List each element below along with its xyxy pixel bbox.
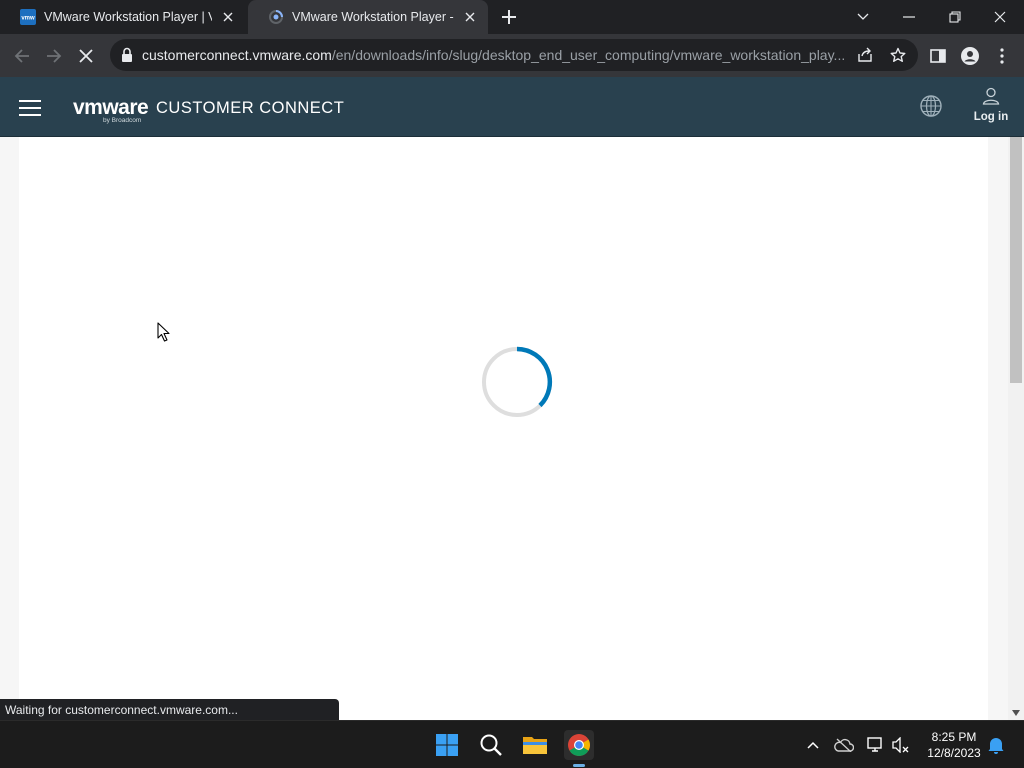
url-host: customerconnect.vmware.com — [142, 47, 332, 63]
status-bubble: Waiting for customerconnect.vmware.com..… — [0, 699, 339, 720]
kebab-menu-icon[interactable] — [990, 44, 1014, 68]
network-icon[interactable] — [866, 735, 886, 755]
tab-title: VMware Workstation Player - VM — [292, 10, 454, 24]
bookmark-star-icon[interactable] — [889, 46, 907, 64]
windows-taskbar: 8:25 PM 12/8/2023 — [0, 720, 1024, 768]
minimize-icon[interactable] — [897, 5, 921, 29]
back-arrow-icon[interactable] — [10, 44, 34, 68]
tab-close-icon[interactable] — [462, 9, 478, 25]
logo-subtitle: by Broadcom — [103, 117, 142, 124]
vmware-customer-connect-logo[interactable]: vmware by Broadcom CUSTOMER CONNECT — [73, 96, 344, 124]
scroll-down-arrow-icon[interactable] — [1012, 710, 1020, 716]
onedrive-cloud-icon[interactable] — [834, 735, 854, 755]
browser-tab-strip: vmw VMware Workstation Player | VM VMwar… — [0, 0, 1024, 34]
taskbar-clock[interactable]: 8:25 PM 12/8/2023 — [922, 729, 986, 761]
mouse-pointer-icon — [157, 322, 170, 342]
scrollbar-thumb[interactable] — [1010, 137, 1022, 383]
clock-time: 8:25 PM — [931, 730, 977, 744]
url-text[interactable]: customerconnect.vmware.com/en/downloads/… — [142, 47, 854, 63]
page-content — [0, 137, 1008, 720]
file-explorer-icon[interactable] — [520, 730, 550, 760]
user-icon — [982, 87, 1000, 105]
chrome-icon[interactable] — [564, 730, 594, 760]
forward-arrow-icon[interactable] — [42, 44, 66, 68]
clock-date: 12/8/2023 — [927, 746, 981, 760]
share-icon[interactable] — [856, 46, 874, 64]
new-tab-plus-icon[interactable] — [499, 7, 519, 27]
address-bar[interactable]: customerconnect.vmware.com/en/downloads/… — [110, 39, 918, 71]
stop-loading-icon[interactable] — [74, 44, 98, 68]
windows-start-icon[interactable] — [432, 730, 462, 760]
tab-vmware-workstation-player-1[interactable]: vmw VMware Workstation Player | VM — [0, 0, 246, 34]
tab-search-chevron-down-icon[interactable] — [851, 5, 875, 29]
profile-avatar-icon[interactable] — [958, 44, 982, 68]
lock-icon[interactable] — [120, 47, 134, 63]
tab-vmware-workstation-player-2[interactable]: VMware Workstation Player - VM — [248, 0, 488, 34]
notification-bell-icon[interactable] — [986, 735, 1006, 755]
chrome-active-indicator — [573, 764, 585, 767]
loading-favicon-icon — [269, 10, 283, 24]
tab-close-icon[interactable] — [220, 9, 236, 25]
site-title: CUSTOMER CONNECT — [156, 99, 345, 117]
login-label: Log in — [973, 111, 1009, 123]
hamburger-menu-icon[interactable] — [19, 99, 41, 117]
loading-spinner — [482, 346, 553, 417]
show-hidden-icons-chevron-up-icon[interactable] — [803, 735, 823, 755]
globe-language-icon[interactable] — [919, 94, 943, 118]
url-path: /en/downloads/info/slug/desktop_end_user… — [331, 47, 846, 63]
restore-icon[interactable] — [943, 5, 967, 29]
content-card — [19, 137, 988, 720]
tab-title: VMware Workstation Player | VM — [44, 10, 212, 24]
vmware-favicon-icon: vmw — [20, 9, 36, 25]
svg-text:vmw: vmw — [21, 16, 35, 22]
vertical-scrollbar[interactable] — [1008, 137, 1024, 720]
site-header: vmware by Broadcom CUSTOMER CONNECT Log … — [0, 77, 1024, 137]
volume-muted-icon[interactable] — [891, 735, 911, 755]
login-button[interactable]: Log in — [970, 87, 1012, 129]
close-window-icon[interactable] — [988, 5, 1012, 29]
side-panel-icon[interactable] — [926, 44, 950, 68]
vmware-logo-mark: vmware — [73, 96, 149, 119]
search-icon[interactable] — [476, 730, 506, 760]
